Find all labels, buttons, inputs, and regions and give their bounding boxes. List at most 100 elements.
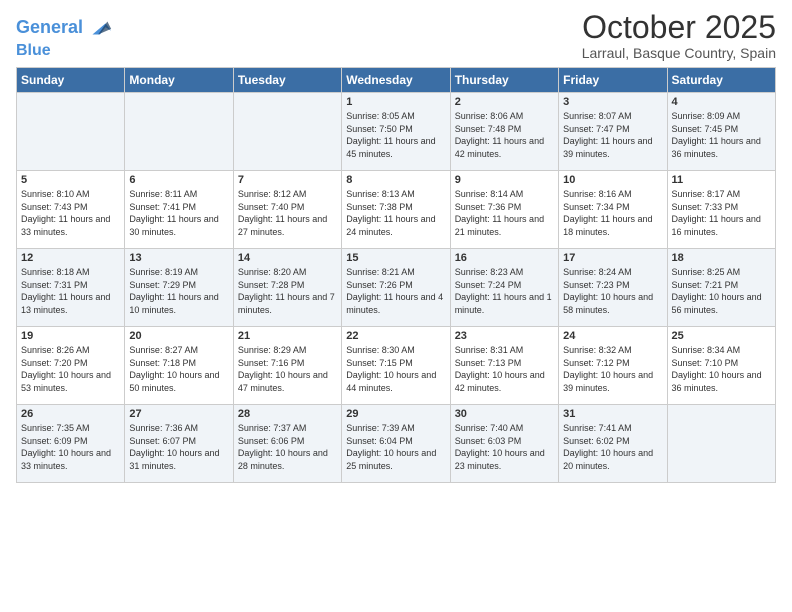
weekday-header-monday: Monday <box>125 68 233 93</box>
calendar-day-28: 28Sunrise: 7:37 AMSunset: 6:06 PMDayligh… <box>233 405 341 483</box>
day-info: Sunrise: 8:23 AMSunset: 7:24 PMDaylight:… <box>455 266 554 316</box>
day-number: 19 <box>21 330 120 342</box>
day-number: 27 <box>129 408 228 420</box>
day-number: 31 <box>563 408 662 420</box>
day-info: Sunrise: 7:40 AMSunset: 6:03 PMDaylight:… <box>455 422 554 472</box>
calendar-day-4: 4 Sunrise: 8:09 AMSunset: 7:45 PMDaylight… <box>667 93 775 171</box>
calendar-day-6: 6Sunrise: 8:11 AMSunset: 7:41 PMDaylight… <box>125 171 233 249</box>
weekday-header-wednesday: Wednesday <box>342 68 450 93</box>
calendar-day-2: 2Sunrise: 8:06 AMSunset: 7:48 PMDaylight… <box>450 93 558 171</box>
day-info: Sunrise: 8:29 AMSunset: 7:16 PMDaylight:… <box>238 344 337 394</box>
day-number: 26 <box>21 408 120 420</box>
day-info: Sunrise: 8:21 AMSunset: 7:26 PMDaylight:… <box>346 266 445 316</box>
day-number: 21 <box>238 330 337 342</box>
calendar-day-26: 26 Sunrise: 7:35 AMSunset: 6:09 PMDayligh… <box>17 405 125 483</box>
calendar-week-row: 12 Sunrise: 8:18 AMSunset: 7:31 PMDayligh… <box>17 249 776 327</box>
day-number: 11 <box>672 174 771 186</box>
day-number: 16 <box>455 252 554 264</box>
weekday-header-thursday: Thursday <box>450 68 558 93</box>
logo-blue: Blue <box>16 42 113 60</box>
day-info: Sunrise: 8:24 AMSunset: 7:23 PMDaylight:… <box>563 266 662 316</box>
day-info: Sunrise: 8:11 AMSunset: 7:41 PMDaylight:… <box>129 188 228 238</box>
calendar-empty-cell <box>125 93 233 171</box>
calendar-week-row: 5Sunrise: 8:10 AMSunset: 7:43 PMDaylight… <box>17 171 776 249</box>
day-number: 1 <box>346 96 445 108</box>
day-number: 25 <box>672 330 771 342</box>
calendar-day-29: 29 Sunrise: 7:39 AMSunset: 6:04 PMDayligh… <box>342 405 450 483</box>
day-info: Sunrise: 8:09 AMSunset: 7:45 PMDaylight:… <box>672 110 771 160</box>
calendar-day-14: 14 Sunrise: 8:20 AMSunset: 7:28 PMDayligh… <box>233 249 341 327</box>
calendar-day-23: 23Sunrise: 8:31 AMSunset: 7:13 PMDayligh… <box>450 327 558 405</box>
calendar-week-row: 26 Sunrise: 7:35 AMSunset: 6:09 PMDayligh… <box>17 405 776 483</box>
day-number: 24 <box>563 330 662 342</box>
day-number: 3 <box>563 96 662 108</box>
calendar-day-18: 18Sunrise: 8:25 AMSunset: 7:21 PMDayligh… <box>667 249 775 327</box>
page-container: General Blue October 2025 Larraul, Basqu… <box>0 0 792 493</box>
calendar-day-13: 13 Sunrise: 8:19 AMSunset: 7:29 PMDayligh… <box>125 249 233 327</box>
day-info: Sunrise: 8:17 AMSunset: 7:33 PMDaylight:… <box>672 188 771 238</box>
calendar-day-9: 9 Sunrise: 8:14 AMSunset: 7:36 PMDaylight… <box>450 171 558 249</box>
day-info: Sunrise: 8:05 AMSunset: 7:50 PMDaylight:… <box>346 110 445 160</box>
day-info: Sunrise: 8:19 AMSunset: 7:29 PMDaylight:… <box>129 266 228 316</box>
calendar-day-5: 5Sunrise: 8:10 AMSunset: 7:43 PMDaylight… <box>17 171 125 249</box>
location: Larraul, Basque Country, Spain <box>582 45 776 61</box>
day-number: 22 <box>346 330 445 342</box>
logo-text: General <box>16 18 83 38</box>
calendar-empty-cell <box>233 93 341 171</box>
day-number: 28 <box>238 408 337 420</box>
calendar-day-21: 21 Sunrise: 8:29 AMSunset: 7:16 PMDayligh… <box>233 327 341 405</box>
calendar-day-16: 16 Sunrise: 8:23 AMSunset: 7:24 PMDayligh… <box>450 249 558 327</box>
weekday-header-friday: Friday <box>559 68 667 93</box>
day-info: Sunrise: 7:41 AMSunset: 6:02 PMDaylight:… <box>563 422 662 472</box>
day-number: 7 <box>238 174 337 186</box>
weekday-header-saturday: Saturday <box>667 68 775 93</box>
day-number: 20 <box>129 330 228 342</box>
day-number: 9 <box>455 174 554 186</box>
day-number: 13 <box>129 252 228 264</box>
day-info: Sunrise: 8:32 AMSunset: 7:12 PMDaylight:… <box>563 344 662 394</box>
calendar-day-10: 10 Sunrise: 8:16 AMSunset: 7:34 PMDayligh… <box>559 171 667 249</box>
calendar-empty-cell <box>17 93 125 171</box>
day-info: Sunrise: 8:20 AMSunset: 7:28 PMDaylight:… <box>238 266 337 316</box>
day-number: 12 <box>21 252 120 264</box>
day-number: 23 <box>455 330 554 342</box>
logo: General Blue <box>16 14 113 60</box>
day-info: Sunrise: 8:16 AMSunset: 7:34 PMDaylight:… <box>563 188 662 238</box>
calendar-day-12: 12 Sunrise: 8:18 AMSunset: 7:31 PMDayligh… <box>17 249 125 327</box>
day-number: 4 <box>672 96 771 108</box>
calendar-week-row: 1 Sunrise: 8:05 AMSunset: 7:50 PMDaylight… <box>17 93 776 171</box>
calendar-day-17: 17 Sunrise: 8:24 AMSunset: 7:23 PMDayligh… <box>559 249 667 327</box>
calendar-empty-cell <box>667 405 775 483</box>
calendar-day-1: 1 Sunrise: 8:05 AMSunset: 7:50 PMDaylight… <box>342 93 450 171</box>
header: General Blue October 2025 Larraul, Basqu… <box>16 10 776 61</box>
day-number: 14 <box>238 252 337 264</box>
day-info: Sunrise: 8:26 AMSunset: 7:20 PMDaylight:… <box>21 344 120 394</box>
day-info: Sunrise: 8:10 AMSunset: 7:43 PMDaylight:… <box>21 188 120 238</box>
calendar-day-20: 20 Sunrise: 8:27 AMSunset: 7:18 PMDayligh… <box>125 327 233 405</box>
day-number: 29 <box>346 408 445 420</box>
day-info: Sunrise: 7:39 AMSunset: 6:04 PMDaylight:… <box>346 422 445 472</box>
calendar-week-row: 19 Sunrise: 8:26 AMSunset: 7:20 PMDayligh… <box>17 327 776 405</box>
calendar-day-19: 19 Sunrise: 8:26 AMSunset: 7:20 PMDayligh… <box>17 327 125 405</box>
day-number: 10 <box>563 174 662 186</box>
calendar-day-8: 8Sunrise: 8:13 AMSunset: 7:38 PMDaylight… <box>342 171 450 249</box>
day-info: Sunrise: 8:07 AMSunset: 7:47 PMDaylight:… <box>563 110 662 160</box>
day-info: Sunrise: 8:14 AMSunset: 7:36 PMDaylight:… <box>455 188 554 238</box>
day-info: Sunrise: 8:06 AMSunset: 7:48 PMDaylight:… <box>455 110 554 160</box>
day-info: Sunrise: 7:35 AMSunset: 6:09 PMDaylight:… <box>21 422 120 472</box>
day-info: Sunrise: 8:18 AMSunset: 7:31 PMDaylight:… <box>21 266 120 316</box>
calendar-day-3: 3 Sunrise: 8:07 AMSunset: 7:47 PMDaylight… <box>559 93 667 171</box>
day-number: 18 <box>672 252 771 264</box>
title-block: October 2025 Larraul, Basque Country, Sp… <box>582 10 776 61</box>
weekday-header-tuesday: Tuesday <box>233 68 341 93</box>
day-number: 17 <box>563 252 662 264</box>
day-info: Sunrise: 7:36 AMSunset: 6:07 PMDaylight:… <box>129 422 228 472</box>
calendar-day-31: 31 Sunrise: 7:41 AMSunset: 6:02 PMDayligh… <box>559 405 667 483</box>
calendar-day-22: 22 Sunrise: 8:30 AMSunset: 7:15 PMDayligh… <box>342 327 450 405</box>
day-info: Sunrise: 8:12 AMSunset: 7:40 PMDaylight:… <box>238 188 337 238</box>
day-info: Sunrise: 8:27 AMSunset: 7:18 PMDaylight:… <box>129 344 228 394</box>
calendar-day-25: 25Sunrise: 8:34 AMSunset: 7:10 PMDayligh… <box>667 327 775 405</box>
logo-general: General <box>16 17 83 37</box>
day-number: 15 <box>346 252 445 264</box>
day-info: Sunrise: 8:30 AMSunset: 7:15 PMDaylight:… <box>346 344 445 394</box>
